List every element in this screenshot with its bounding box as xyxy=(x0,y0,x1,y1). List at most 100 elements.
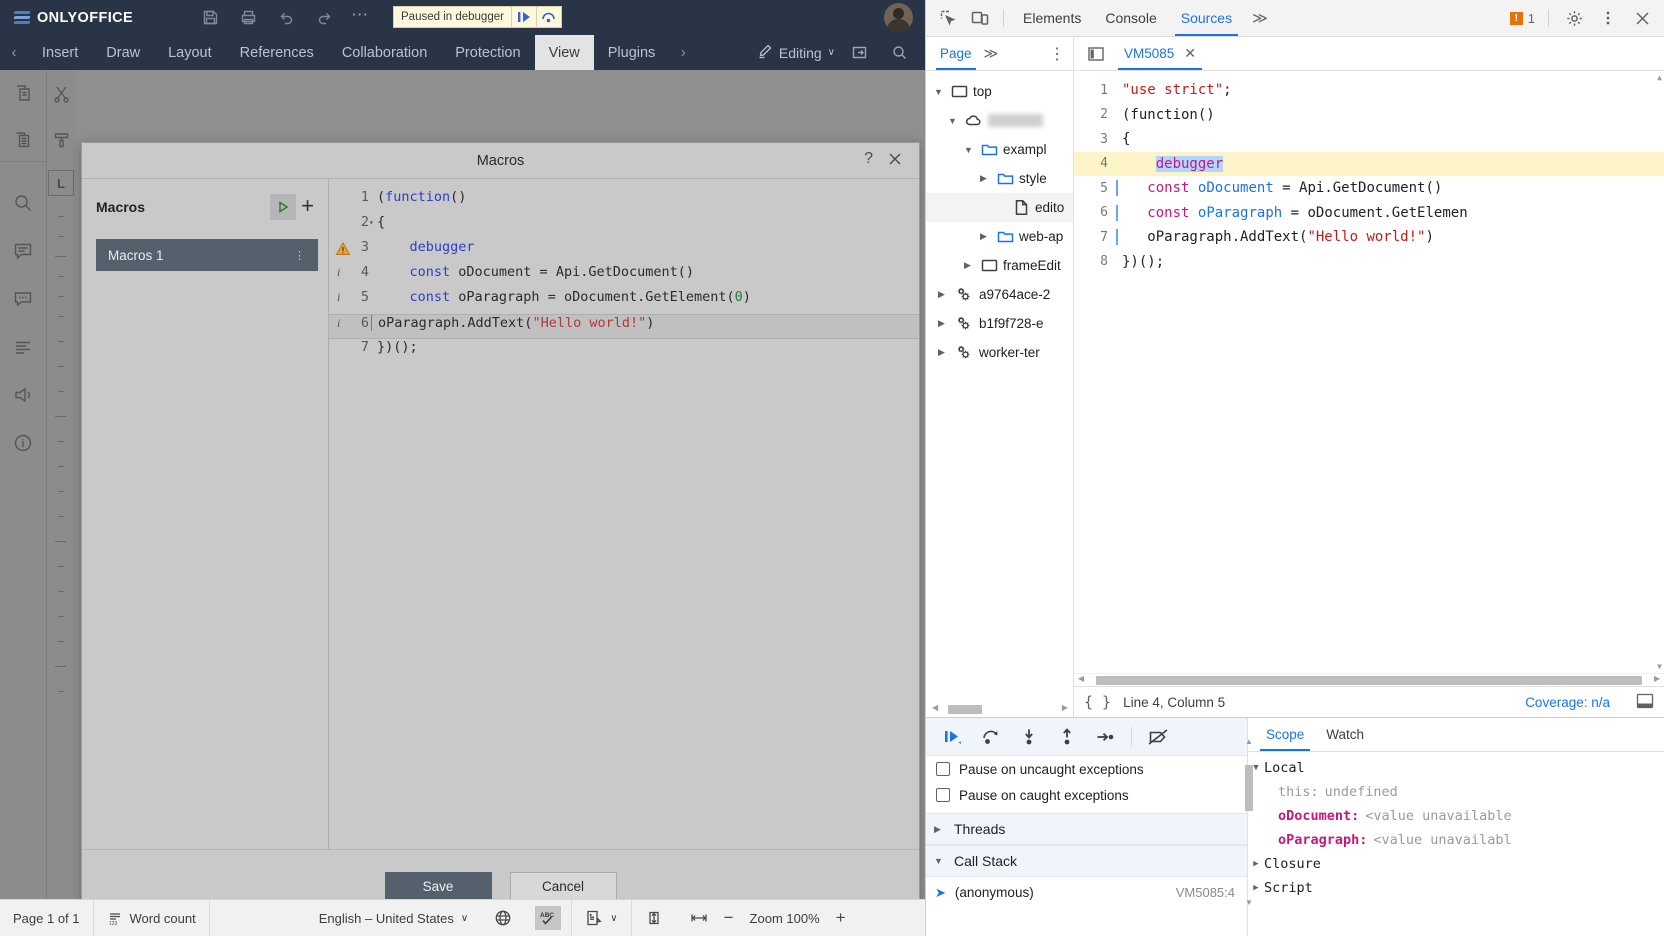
about-icon[interactable] xyxy=(0,420,46,466)
undo-icon[interactable] xyxy=(269,3,303,33)
twisty-icon[interactable]: ▶ xyxy=(938,347,950,358)
add-macro-icon[interactable]: + xyxy=(301,194,314,220)
comments-icon[interactable] xyxy=(0,228,46,274)
show-drawer-icon[interactable] xyxy=(1636,693,1654,712)
zoom-label[interactable]: Zoom 100% xyxy=(750,911,820,926)
step-into-icon[interactable] xyxy=(1012,722,1046,752)
twisty-icon[interactable]: ▶ xyxy=(938,318,950,329)
scroll-left-arrow[interactable]: ◀ xyxy=(1078,674,1084,683)
error-count-badge[interactable]: ! 1 xyxy=(1509,11,1535,26)
pretty-print-icon[interactable]: { } xyxy=(1084,693,1111,711)
navigator-horizontal-scrollbar[interactable]: ◀ ▶ xyxy=(930,703,1070,714)
source-code-area[interactable]: 1 "use strict"; 2 (function() 3 { 4 debu… xyxy=(1074,71,1664,673)
source-vertical-scrollbar[interactable]: ▲ ▼ xyxy=(1654,73,1663,671)
call-stack-frame[interactable]: ➤ (anonymous) VM5085:4 xyxy=(926,877,1247,908)
tab-plugins[interactable]: Plugins xyxy=(594,35,670,70)
scope-prop-oparagraph[interactable]: oParagraph: <value unavailabl xyxy=(1248,828,1664,852)
more-commands-icon[interactable]: ⋯ xyxy=(345,5,380,31)
tab-collaboration[interactable]: Collaboration xyxy=(328,35,441,70)
source-horizontal-scrollbar[interactable]: ◀ ▶ xyxy=(1074,673,1664,686)
tab-watch[interactable]: Watch xyxy=(1318,718,1372,751)
paragraph-marks-icon[interactable] xyxy=(0,324,46,370)
twisty-icon[interactable]: ▼ xyxy=(934,87,946,97)
print-icon[interactable] xyxy=(231,3,265,33)
tab-protection[interactable]: Protection xyxy=(441,35,534,70)
section-call-stack[interactable]: ▼ Call Stack xyxy=(926,845,1247,877)
tab-scope[interactable]: Scope xyxy=(1258,718,1312,751)
tab-sources[interactable]: Sources xyxy=(1169,0,1244,36)
tree-node-frameeditor[interactable]: ▶ frameEdit xyxy=(926,251,1073,280)
step-out-icon[interactable] xyxy=(1050,722,1084,752)
scope-section-closure[interactable]: ▶ Closure xyxy=(1248,852,1664,876)
tab-scroll-left-icon[interactable]: ‹ xyxy=(0,35,28,70)
scroll-down-arrow[interactable]: ▼ xyxy=(1245,898,1253,907)
tree-node-worker-b1f9f728[interactable]: ▶ b1f9f728-e xyxy=(926,309,1073,338)
scope-prop-odocument[interactable]: oDocument: <value unavailable xyxy=(1248,804,1664,828)
resume-script-icon[interactable] xyxy=(936,722,970,752)
tab-console[interactable]: Console xyxy=(1093,0,1168,36)
search-icon[interactable] xyxy=(883,38,915,68)
scroll-left-arrow[interactable]: ◀ xyxy=(932,703,938,712)
scroll-up-arrow[interactable]: ▲ xyxy=(1657,73,1662,82)
list-item[interactable]: Macros 1 ⋮ xyxy=(96,239,318,271)
editing-mode-selector[interactable]: Editing ∨ xyxy=(757,43,835,62)
help-icon[interactable]: ? xyxy=(864,150,873,168)
pause-caught-row[interactable]: Pause on caught exceptions xyxy=(926,782,1247,808)
user-avatar[interactable] xyxy=(884,3,913,32)
device-toolbar-icon[interactable] xyxy=(964,3,996,33)
gear-icon[interactable] xyxy=(1558,3,1590,33)
close-icon[interactable] xyxy=(1626,3,1658,33)
scrollbar-thumb[interactable] xyxy=(948,705,982,714)
twisty-icon[interactable]: ▶ xyxy=(964,260,976,271)
more-tabs-icon[interactable]: ≫ xyxy=(1244,9,1276,27)
coverage-label[interactable]: Coverage: n/a xyxy=(1525,695,1610,710)
scroll-right-arrow[interactable]: ▶ xyxy=(1654,674,1660,683)
scrollbar-thumb[interactable] xyxy=(1096,676,1642,685)
spell-check-button[interactable]: ABC xyxy=(525,900,571,936)
tree-node-example[interactable]: ▼ exampl xyxy=(926,135,1073,164)
tree-node-editor-file[interactable]: edito xyxy=(926,193,1073,222)
pause-uncaught-row[interactable]: Pause on uncaught exceptions xyxy=(926,756,1247,782)
file-tab-vm5085[interactable]: VM5085 ✕ xyxy=(1114,37,1206,70)
scroll-up-arrow[interactable]: ▲ xyxy=(1245,737,1253,746)
tab-page[interactable]: Page xyxy=(936,37,976,70)
copy-icon[interactable] xyxy=(0,70,46,116)
inspect-element-icon[interactable] xyxy=(932,3,964,33)
tab-scroll-right-icon[interactable]: › xyxy=(669,35,697,70)
search-panel-icon[interactable] xyxy=(0,180,46,226)
scroll-right-arrow[interactable]: ▶ xyxy=(1062,703,1068,712)
fit-to-page-button[interactable] xyxy=(632,900,676,936)
track-changes-button[interactable]: ∨ xyxy=(572,900,630,936)
banner-step-over-icon[interactable] xyxy=(535,7,561,27)
twisty-icon[interactable]: ▶ xyxy=(938,289,950,300)
twisty-icon[interactable]: ▼ xyxy=(948,116,960,126)
step-icon[interactable] xyxy=(1088,722,1122,752)
save-button[interactable]: Save xyxy=(384,872,492,901)
format-painter-icon[interactable] xyxy=(46,116,76,162)
tab-layout[interactable]: Layout xyxy=(154,35,226,70)
more-navigator-tabs-icon[interactable]: ≫ xyxy=(980,45,1003,62)
fold-arrow-icon[interactable]: ▾ xyxy=(369,218,374,227)
scrollbar-thumb[interactable] xyxy=(1245,765,1253,811)
zoom-in-button[interactable]: + xyxy=(834,908,848,928)
cancel-button[interactable]: Cancel xyxy=(509,872,617,901)
twisty-icon[interactable]: ▶ xyxy=(980,173,992,184)
word-count-button[interactable]: 123 Word count xyxy=(94,900,209,936)
cut-icon[interactable] xyxy=(46,70,76,116)
twisty-icon[interactable]: ▶ xyxy=(934,824,946,835)
feedback-icon[interactable] xyxy=(0,372,46,418)
close-icon[interactable]: ✕ xyxy=(1184,45,1196,62)
set-language-button[interactable] xyxy=(481,900,525,936)
tree-node-style[interactable]: ▶ style xyxy=(926,164,1073,193)
tab-draw[interactable]: Draw xyxy=(92,35,154,70)
section-threads[interactable]: ▶ Threads xyxy=(926,813,1247,845)
chat-icon[interactable] xyxy=(0,276,46,322)
tree-node-top[interactable]: ▼ top xyxy=(926,77,1073,106)
language-selector[interactable]: English – United States ∨ xyxy=(306,900,481,936)
scope-section-script[interactable]: ▶ Script xyxy=(1248,876,1664,900)
scope-section-local[interactable]: ▼ Local xyxy=(1248,756,1664,780)
more-options-icon[interactable] xyxy=(1592,3,1624,33)
deactivate-breakpoints-icon[interactable] xyxy=(1141,722,1175,752)
scope-prop-this[interactable]: this: undefined xyxy=(1248,780,1664,804)
pause-uncaught-checkbox[interactable] xyxy=(936,762,950,776)
